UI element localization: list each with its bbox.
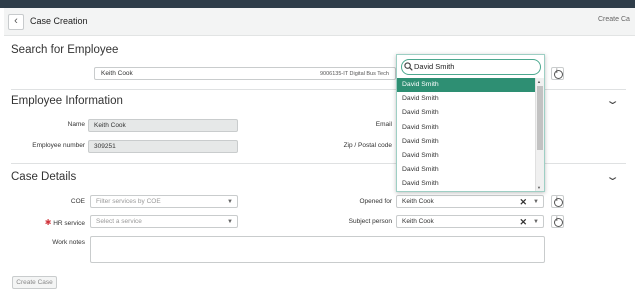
opened-for-info-button[interactable]: i [551, 195, 564, 208]
chevron-down-icon[interactable]: ⌄ [605, 170, 620, 183]
scroll-down-icon[interactable]: ▼ [537, 185, 541, 190]
search-info-button[interactable]: i [551, 67, 564, 80]
coe-select[interactable]: Filter services by COE ▼ [90, 195, 238, 208]
employee-info-title: Employee Information [11, 95, 123, 107]
scroll-up-icon[interactable]: ▲ [537, 79, 541, 84]
employee-search-value: Keith Cook [101, 70, 133, 77]
opened-for-value: Keith Cook [402, 198, 434, 205]
email-label: Email [375, 121, 392, 128]
dropdown-option[interactable]: David Smith [397, 163, 535, 177]
dropdown-option[interactable]: David Smith [397, 78, 535, 93]
subject-person-info-button[interactable]: i [551, 215, 564, 228]
dropdown-search-value: David Smith [414, 62, 455, 71]
form-header [4, 8, 635, 36]
coe-placeholder: Filter services by COE [96, 198, 161, 205]
hr-service-select[interactable]: Select a service ▼ [90, 215, 238, 228]
info-icon: i [556, 197, 558, 203]
info-icon: i [556, 217, 558, 223]
create-case-button[interactable]: Create Case [12, 276, 57, 289]
dropdown-option[interactable]: David Smith [397, 106, 535, 120]
chevron-left-icon: ‹ [14, 15, 18, 27]
dropdown-option[interactable]: David Smith [397, 92, 535, 106]
clear-icon[interactable]: ✕ [519, 216, 527, 227]
employee-search-detail: 9006135-IT Digital Bus Tech [320, 71, 389, 77]
hr-service-label-text: HR service [53, 220, 85, 227]
caret-down-icon[interactable]: ▼ [533, 196, 539, 207]
chevron-down-icon[interactable]: ⌄ [605, 94, 620, 107]
opened-for-label: Opened for [359, 198, 392, 205]
scrollbar-thumb[interactable] [537, 86, 543, 150]
caret-down-icon: ▼ [227, 219, 233, 225]
clear-icon[interactable]: ✕ [519, 196, 527, 207]
case-details-title: Case Details [11, 171, 77, 183]
work-notes-textarea[interactable] [90, 236, 545, 263]
info-icon: i [556, 69, 558, 75]
dropdown-option[interactable]: David Smith [397, 177, 535, 191]
coe-label: COE [70, 198, 85, 205]
header-right-label: Create Ca [598, 16, 630, 23]
subject-person-value: Keith Cook [402, 218, 434, 225]
opened-for-field[interactable]: Keith Cook ✕ ▼ [396, 195, 544, 208]
caret-down-icon[interactable]: ▼ [533, 216, 539, 227]
search-section-title: Search for Employee [11, 44, 119, 56]
subject-person-label: Subject person [348, 218, 392, 225]
back-button[interactable]: ‹ [8, 14, 24, 30]
employee-search-field[interactable]: Keith Cook 9006135-IT Digital Bus Tech [94, 67, 396, 80]
subject-person-field[interactable]: Keith Cook ✕ ▼ [396, 215, 544, 228]
dropdown-option[interactable]: David Smith [397, 149, 535, 163]
page-title: Case Creation [30, 16, 88, 26]
search-icon [404, 62, 413, 71]
employee-number-label: Employee number [32, 142, 85, 149]
name-field: Keith Cook [88, 119, 238, 132]
hr-service-placeholder: Select a service [96, 218, 142, 225]
employee-number-field: 309251 [88, 140, 238, 153]
dropdown-option[interactable]: David Smith [397, 121, 535, 135]
work-notes-label: Work notes [52, 239, 85, 246]
name-label: Name [67, 121, 85, 128]
hr-service-label: ✱ HR service [20, 218, 85, 227]
zip-label: Zip / Postal code [343, 142, 392, 149]
top-nav-bar [0, 0, 635, 8]
required-icon: ✱ [44, 218, 52, 227]
caret-down-icon: ▼ [227, 199, 233, 205]
dropdown-option[interactable]: David Smith [397, 135, 535, 149]
